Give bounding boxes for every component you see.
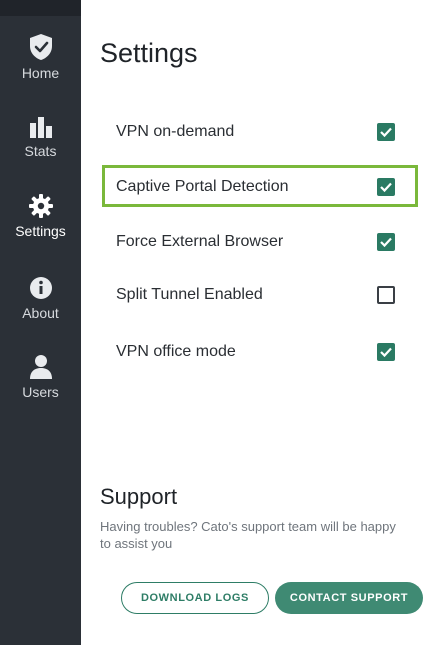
checkmark-icon bbox=[380, 347, 392, 358]
split-tunnel-checkbox[interactable] bbox=[377, 286, 395, 304]
sidebar-item-label: About bbox=[22, 305, 59, 321]
shield-check-icon bbox=[29, 34, 52, 60]
sidebar-top-bar bbox=[0, 0, 81, 16]
sidebar-item-label: Users bbox=[22, 384, 59, 400]
page-title: Settings bbox=[100, 38, 198, 68]
sidebar: Home Stats Settings About Users bbox=[0, 0, 81, 645]
checkmark-icon bbox=[380, 182, 392, 193]
captive-portal-checkbox[interactable] bbox=[377, 178, 395, 196]
main-panel: Settings VPN on-demand Captive Portal De… bbox=[81, 0, 437, 645]
download-logs-button[interactable]: DOWNLOAD LOGS bbox=[121, 582, 269, 614]
setting-row-vpn-office-mode[interactable]: VPN office mode bbox=[116, 340, 416, 364]
sidebar-item-label: Stats bbox=[24, 143, 57, 159]
checkmark-icon bbox=[380, 127, 392, 138]
support-title: Support bbox=[100, 484, 178, 509]
setting-label: VPN office mode bbox=[116, 343, 236, 360]
setting-row-vpn-on-demand[interactable]: VPN on-demand bbox=[116, 120, 416, 144]
setting-row-captive-portal[interactable]: Captive Portal Detection bbox=[116, 175, 416, 199]
bar-chart-icon bbox=[29, 117, 52, 138]
sidebar-item-label: Home bbox=[21, 65, 60, 81]
info-icon bbox=[29, 277, 52, 299]
vpn-on-demand-checkbox[interactable] bbox=[377, 123, 395, 141]
setting-row-force-external-browser[interactable]: Force External Browser bbox=[116, 230, 416, 254]
sidebar-item-users[interactable]: Users bbox=[0, 354, 81, 400]
gear-icon bbox=[28, 194, 53, 218]
support-description: Having troubles? Cato's support team wil… bbox=[100, 519, 396, 551]
user-icon bbox=[29, 355, 52, 379]
setting-label: VPN on-demand bbox=[116, 123, 235, 140]
sidebar-item-stats[interactable]: Stats bbox=[0, 115, 81, 159]
sidebar-item-home[interactable]: Home bbox=[0, 33, 81, 81]
sidebar-item-label: Settings bbox=[15, 223, 66, 239]
setting-row-split-tunnel[interactable]: Split Tunnel Enabled bbox=[116, 283, 416, 307]
checkmark-icon bbox=[380, 237, 392, 248]
vpn-office-mode-checkbox[interactable] bbox=[377, 343, 395, 361]
setting-label: Split Tunnel Enabled bbox=[116, 286, 263, 303]
sidebar-item-settings[interactable]: Settings bbox=[0, 193, 81, 239]
setting-label: Force External Browser bbox=[116, 233, 284, 250]
force-external-browser-checkbox[interactable] bbox=[377, 233, 395, 251]
sidebar-item-about[interactable]: About bbox=[0, 275, 81, 321]
contact-support-button[interactable]: CONTACT SUPPORT bbox=[275, 582, 423, 614]
setting-label: Captive Portal Detection bbox=[116, 178, 289, 195]
